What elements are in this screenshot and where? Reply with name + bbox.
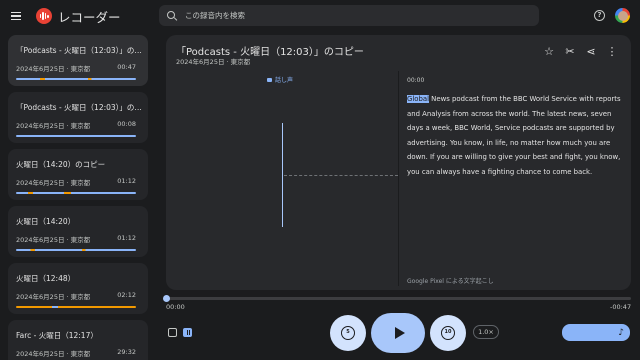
recording-item[interactable]: 火曜日（14:20）のコピー 2024年6月25日 · 東京都 01:12 <box>8 149 148 200</box>
menu-icon[interactable] <box>11 9 25 23</box>
progress-knob[interactable] <box>163 295 170 302</box>
recording-detail-subtitle: 2024年6月25日 · 東京都 <box>176 58 251 66</box>
top-bar: レコーダー この録音内を検索 ? <box>0 0 640 32</box>
speaker-tag: 話し声 <box>267 75 293 84</box>
search-bar[interactable]: この録音内を検索 <box>159 5 539 26</box>
transcript-credit: Google Pixel による文字起こし <box>407 278 494 285</box>
recording-waveform-bar <box>16 306 136 308</box>
recording-waveform-bar <box>16 192 136 194</box>
recording-meta: 2024年6月25日 · 東京都 <box>16 293 91 301</box>
recording-duration: 29:32 <box>117 348 136 356</box>
recording-meta: 2024年6月25日 · 東京都 <box>16 65 91 73</box>
recorder-logo-icon <box>36 8 52 24</box>
recording-meta: 2024年6月25日 · 東京都 <box>16 236 91 244</box>
transcript-view-icon[interactable] <box>183 328 192 337</box>
help-icon[interactable]: ? <box>594 10 605 21</box>
recording-waveform-bar <box>16 78 136 80</box>
play-icon <box>394 327 405 339</box>
rewind-icon: 5 <box>341 326 355 340</box>
recording-duration: 01:12 <box>117 177 136 185</box>
more-vert-icon[interactable]: ⋮ <box>606 46 618 58</box>
play-button[interactable] <box>371 313 425 353</box>
recording-title: 「Podcasts - 火曜日（12:03）」のコ… <box>16 103 142 112</box>
share-icon[interactable]: ⋖ <box>585 46 597 58</box>
search-placeholder: この録音内を検索 <box>185 11 245 20</box>
recording-item[interactable]: Farc - 火曜日（12:17） 2024年6月25日 · 東京都 29:32 <box>8 320 148 360</box>
star-icon[interactable]: ☆ <box>543 46 555 58</box>
transcript-text[interactable]: Global News podcast from the BBC World S… <box>407 92 621 179</box>
playhead[interactable] <box>282 123 284 227</box>
transcript-timestamp: 00:00 <box>407 77 425 84</box>
rewind-button[interactable]: 5 <box>330 315 366 351</box>
transcript-body[interactable]: News podcast from the BBC World Service … <box>407 95 621 176</box>
playback-speed-button[interactable]: 1.0× <box>473 325 499 339</box>
speech-icon <box>267 77 272 82</box>
recording-title: 火曜日（12:48） <box>16 274 76 283</box>
recording-detail-panel: 「Podcasts - 火曜日（12:03）」のコピー 2024年6月25日 ·… <box>166 35 631 290</box>
recording-waveform-bar <box>16 249 136 251</box>
forward-icon: 10 <box>441 326 455 340</box>
recording-title: 「Podcasts - 火曜日（12:03）」のコ… <box>16 46 142 55</box>
recording-duration: 01:12 <box>117 234 136 242</box>
recording-waveform-bar <box>16 135 136 137</box>
speaker-label: 話し声 <box>275 77 294 84</box>
recording-duration: 00:08 <box>117 120 136 128</box>
recorder-app: レコーダー この録音内を検索 ? 「Podcasts - 火曜日（12:03）」… <box>0 0 640 360</box>
waveform-view-icon[interactable] <box>168 328 177 337</box>
recording-item[interactable]: 「Podcasts - 火曜日（12:03）」のコ… 2024年6月25日 · … <box>8 35 148 86</box>
forward-button[interactable]: 10 <box>430 315 466 351</box>
waveform-baseline <box>284 175 398 176</box>
search-icon <box>167 10 177 21</box>
app-title: レコーダー <box>58 10 121 25</box>
recording-item[interactable]: 火曜日（14:20） 2024年6月25日 · 東京都 01:12 <box>8 206 148 257</box>
transcript-highlight[interactable]: Global <box>407 95 429 103</box>
recording-item[interactable]: 「Podcasts - 火曜日（12:03）」のコ… 2024年6月25日 · … <box>8 92 148 143</box>
recording-title: Farc - 火曜日（12:17） <box>16 331 98 340</box>
recordings-list: 「Podcasts - 火曜日（12:03）」のコ… 2024年6月25日 · … <box>8 35 148 360</box>
recording-duration: 02:12 <box>117 291 136 299</box>
clip-button[interactable]: ♪ <box>562 324 630 341</box>
waveform-area[interactable]: 話し声 <box>166 71 398 286</box>
recording-duration: 00:47 <box>117 63 136 71</box>
scissors-icon[interactable]: ✂ <box>564 46 576 58</box>
recording-meta: 2024年6月25日 · 東京都 <box>16 122 91 130</box>
recording-title: 火曜日（14:20） <box>16 217 76 226</box>
music-note-icon: ♪ <box>618 327 624 338</box>
recording-item[interactable]: 火曜日（12:48） 2024年6月25日 · 東京都 02:12 <box>8 263 148 314</box>
panel-divider <box>398 71 399 286</box>
elapsed-time: 00:00 <box>166 303 185 311</box>
playback-progress-bar[interactable] <box>163 295 631 302</box>
recording-meta: 2024年6月25日 · 東京都 <box>16 179 91 187</box>
avatar[interactable] <box>615 8 630 23</box>
recording-title: 火曜日（14:20）のコピー <box>16 160 106 169</box>
remaining-time: -00:47 <box>610 303 632 311</box>
recording-meta: 2024年6月25日 · 東京都 <box>16 350 91 358</box>
